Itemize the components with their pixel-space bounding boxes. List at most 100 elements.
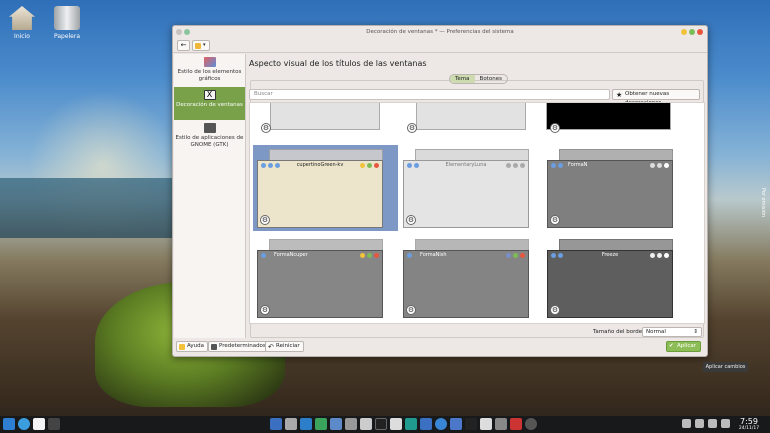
package-icon[interactable] xyxy=(495,418,507,430)
terminal-icon[interactable] xyxy=(375,418,387,430)
sidebar-item-window-decoration[interactable]: X Decoración de ventanas xyxy=(174,87,245,120)
arrow-left-icon: ← xyxy=(180,41,187,49)
taskbar-apps xyxy=(270,418,537,430)
configure-icon[interactable]: ⚙ xyxy=(550,123,560,133)
theme-title: FormaN xyxy=(568,162,588,168)
right-edge-label: Por omisión xyxy=(760,188,766,218)
configure-icon[interactable]: ⚙ xyxy=(407,123,417,133)
app-launcher-icon[interactable] xyxy=(3,418,15,430)
image-viewer-icon[interactable] xyxy=(360,418,372,430)
theme-card[interactable]: FormaNish ⚙ xyxy=(399,235,544,321)
defaults-button[interactable]: Predeterminados xyxy=(208,341,270,352)
window-menu-icon[interactable] xyxy=(176,29,182,35)
window-decoration-icon: X xyxy=(203,90,216,100)
tooltip: Aplicar cambios xyxy=(703,362,748,372)
trash-icon xyxy=(54,6,80,30)
volume-icon[interactable] xyxy=(682,419,691,428)
document-icon[interactable] xyxy=(300,418,312,430)
reset-button[interactable]: ↶ Reiniciar xyxy=(265,341,304,352)
tab-buttons[interactable]: Botones xyxy=(475,75,507,83)
get-new-decorations-button[interactable]: ★ Obtener nuevas decoraciones... xyxy=(612,89,700,106)
maximize-button[interactable] xyxy=(689,29,695,35)
chat-icon[interactable] xyxy=(405,418,417,430)
menu-icon[interactable] xyxy=(48,418,60,430)
configure-icon[interactable]: ⚙ xyxy=(260,305,270,315)
star-icon: ★ xyxy=(616,91,623,99)
theme-card[interactable]: FormaN ⚙ xyxy=(543,145,688,231)
desktop-icon-trash[interactable]: Papelera xyxy=(46,6,88,40)
camera-icon[interactable] xyxy=(345,418,357,430)
sidebar-item-label: Estilo de aplicaciones de GNOME (GTK) xyxy=(175,135,244,148)
configure-icon[interactable]: ⚙ xyxy=(550,215,560,225)
window-decoration-task-icon[interactable] xyxy=(33,418,45,430)
apply-label: Aplicar xyxy=(677,343,696,349)
theme-card[interactable]: cupertinoGreen-kv ⚙ xyxy=(253,145,398,231)
configure-icon[interactable]: ⚙ xyxy=(550,305,560,315)
files-icon[interactable] xyxy=(420,418,432,430)
media-icon[interactable] xyxy=(510,418,522,430)
active-window-preview: FormaNcuper xyxy=(257,250,383,318)
window-title: Decoración de ventanas * — Preferencias … xyxy=(366,29,514,35)
configure-icon[interactable]: ⚙ xyxy=(406,305,416,315)
network-icon[interactable] xyxy=(708,419,717,428)
system-icon[interactable] xyxy=(285,418,297,430)
theme-card[interactable]: ElementaryLuna ⚙ xyxy=(399,145,544,231)
back-button[interactable]: ← xyxy=(177,40,190,51)
chevron-down-icon: ▾ xyxy=(203,42,206,48)
configure-icon[interactable]: ⚙ xyxy=(260,215,270,225)
browser-icon[interactable] xyxy=(18,418,30,430)
active-window-preview: cupertinoGreen-kv xyxy=(257,160,383,228)
active-window-preview: FormaN xyxy=(547,160,673,228)
close-button[interactable] xyxy=(697,29,703,35)
desktop-icon-home[interactable]: Inicio xyxy=(1,6,43,40)
theme-card[interactable]: Freeze ⚙ xyxy=(543,235,688,321)
clock-app-icon[interactable] xyxy=(525,418,537,430)
spreadsheet-icon[interactable] xyxy=(315,418,327,430)
configure-icon[interactable]: ⚙ xyxy=(261,123,271,133)
sidebar-item-label: Decoración de ventanas xyxy=(176,102,243,108)
defaults-icon xyxy=(211,344,217,350)
search-input[interactable]: Buscar xyxy=(249,89,610,100)
tab-theme[interactable]: Tema xyxy=(450,75,475,83)
border-size-value: Normal xyxy=(646,329,666,335)
theme-card[interactable]: FormaNcuper ⚙ xyxy=(253,235,398,321)
settings-window: Decoración de ventanas * — Preferencias … xyxy=(172,25,708,357)
active-window-preview: ElementaryLuna xyxy=(403,160,529,228)
active-window-preview: Freeze xyxy=(547,250,673,318)
taskbar: 7:59 24/11/17 xyxy=(0,416,770,433)
clock-date: 24/11/17 xyxy=(738,426,760,431)
border-size-select[interactable]: Normal ⇕ xyxy=(642,327,702,337)
desktop-icon-trash-label: Papelera xyxy=(53,33,81,40)
theme-title: Freeze xyxy=(601,252,619,258)
tab-bar: Tema Botones xyxy=(449,74,508,84)
active-window-preview: FormaNish xyxy=(403,250,529,318)
theme-title: FormaNcuper xyxy=(274,252,308,258)
calendar-icon[interactable] xyxy=(330,418,342,430)
chevron-updown-icon: ⇕ xyxy=(693,329,698,335)
clock[interactable]: 7:59 24/11/17 xyxy=(734,417,764,432)
theme-title: FormaNish xyxy=(420,252,447,258)
preview-titlebar: Freeze xyxy=(548,251,672,260)
preview-titlebar: cupertinoGreen-kv xyxy=(258,161,382,170)
web-icon[interactable] xyxy=(435,418,447,430)
apply-button[interactable]: ✔ Aplicar xyxy=(666,341,701,352)
folder-icon[interactable] xyxy=(270,418,282,430)
text-editor-icon[interactable] xyxy=(390,418,402,430)
help-button[interactable]: Ayuda xyxy=(176,341,208,352)
favorites-button[interactable]: ▾ xyxy=(192,40,210,51)
arrow-up-icon[interactable] xyxy=(721,419,730,428)
sidebar-item-widget-style[interactable]: Estilo de los elementos gráficos xyxy=(174,54,245,87)
toolbar: ← ▾ xyxy=(173,38,707,53)
system-tray xyxy=(682,419,730,428)
theme-title: cupertinoGreen-kv xyxy=(296,162,344,168)
configure-icon[interactable]: ⚙ xyxy=(406,215,416,225)
settings-icon[interactable] xyxy=(450,418,462,430)
theme-title: ElementaryLuna xyxy=(445,162,487,168)
gtk-style-icon xyxy=(203,123,216,133)
keep-above-icon[interactable] xyxy=(184,29,190,35)
info-icon[interactable] xyxy=(695,419,704,428)
minimize-button[interactable] xyxy=(681,29,687,35)
notes-icon[interactable] xyxy=(480,418,492,430)
desktop-icon-home-label: Inicio xyxy=(14,33,30,40)
sidebar-item-gtk-style[interactable]: Estilo de aplicaciones de GNOME (GTK) xyxy=(174,120,245,153)
